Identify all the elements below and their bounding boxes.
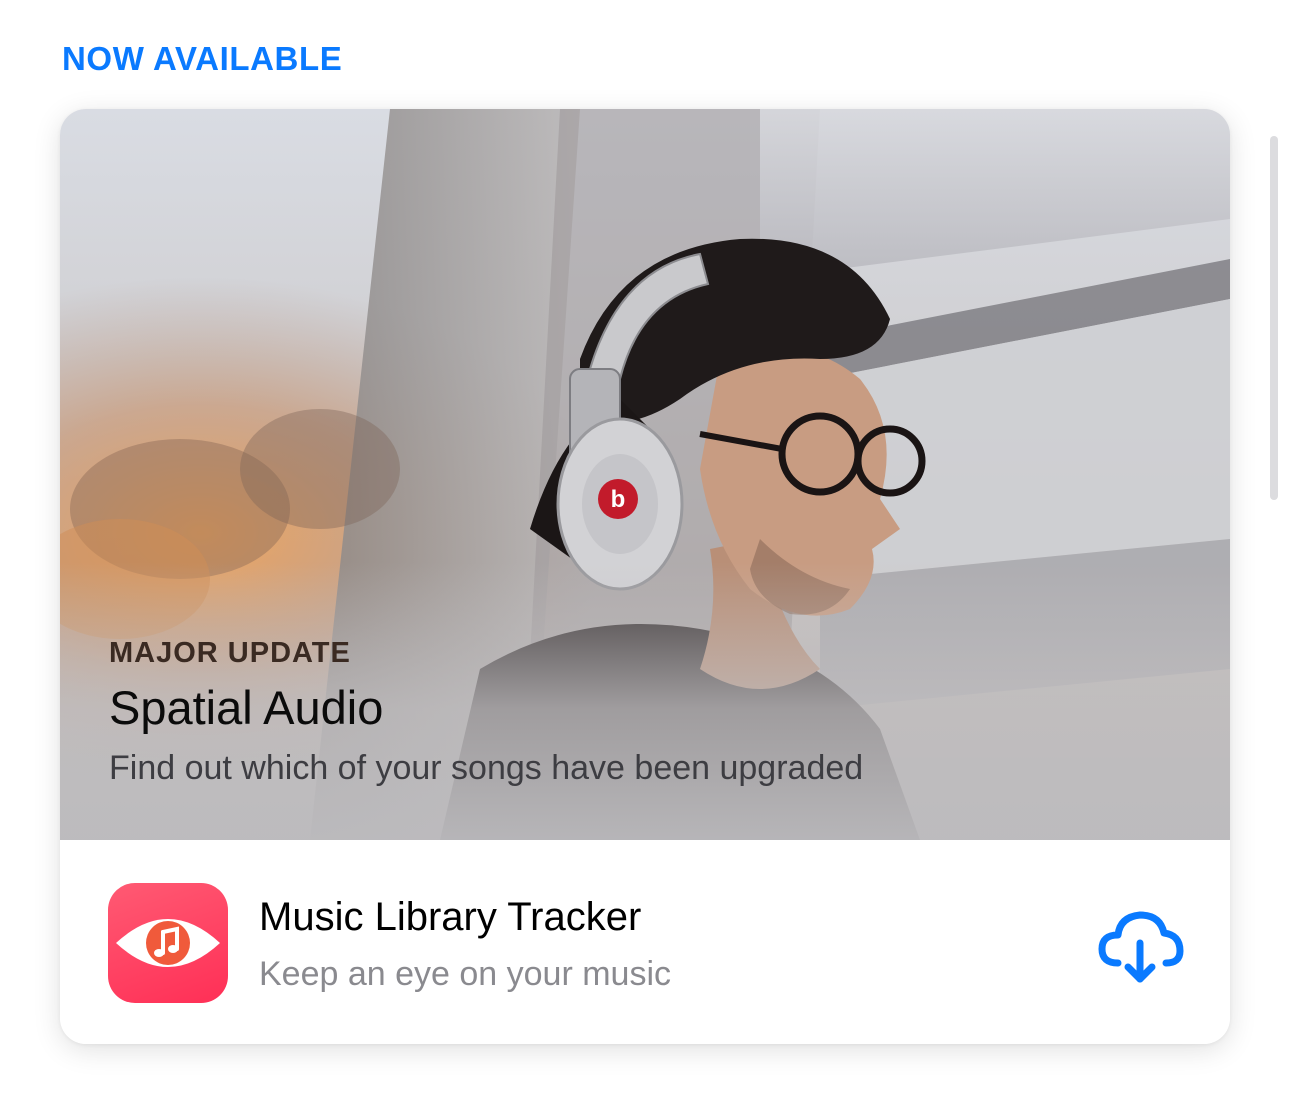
feature-eyebrow: MAJOR UPDATE xyxy=(109,637,351,669)
hero-image[interactable]: b MAJOR UPDATE Spatial Audio Find out wh… xyxy=(60,109,1230,840)
feature-card[interactable]: b MAJOR UPDATE Spatial Audio Find out wh… xyxy=(60,109,1230,1044)
app-row[interactable]: Music Library Tracker Keep an eye on you… xyxy=(60,840,1230,1044)
eye-music-note-icon[interactable] xyxy=(108,883,228,1003)
section-label: NOW AVAILABLE xyxy=(62,40,343,77)
scrollbar[interactable] xyxy=(1270,136,1278,500)
hero-text: MAJOR UPDATE Spatial Audio Find out whic… xyxy=(109,637,1189,788)
feature-title: Spatial Audio xyxy=(109,681,384,734)
cloud-download-icon xyxy=(1098,911,1184,983)
feature-subtitle: Find out which of your songs have been u… xyxy=(109,749,864,787)
app-name: Music Library Tracker xyxy=(259,895,642,939)
download-button[interactable] xyxy=(1096,907,1184,985)
today-page: NOW AVAILABLE MAJOR UPDATE Spatial Audio… xyxy=(0,0,1290,1096)
app-tagline: Keep an eye on your music xyxy=(259,955,672,993)
